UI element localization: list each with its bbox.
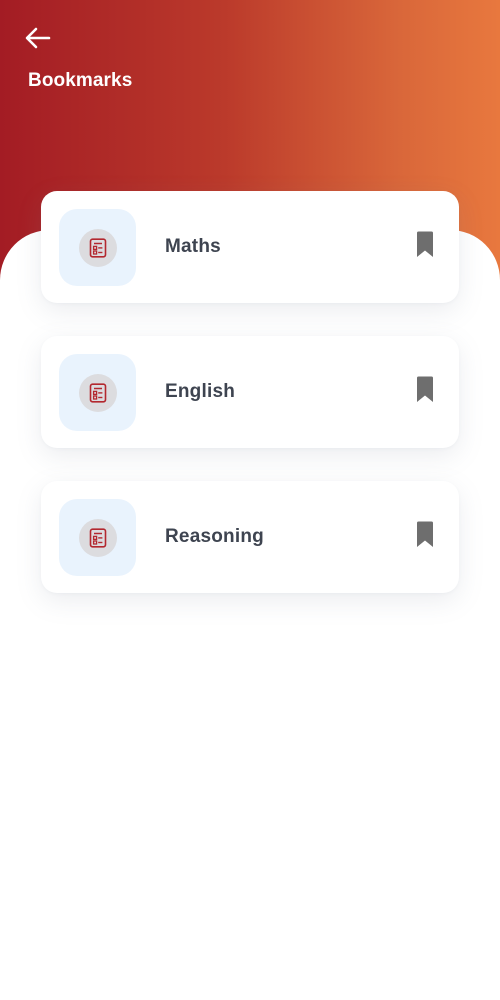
bookmark-list: Maths English Reasoning [41, 191, 459, 626]
document-icon [89, 382, 106, 403]
bookmark-icon [417, 231, 433, 257]
bookmark-toggle-button[interactable] [413, 376, 437, 406]
bookmark-card-english[interactable]: English [41, 336, 459, 448]
subject-icon-circle [78, 518, 117, 557]
bookmark-label: English [165, 381, 236, 402]
subject-icon-circle [78, 228, 117, 267]
subject-icon-box [59, 499, 136, 576]
bookmark-toggle-button[interactable] [413, 231, 437, 261]
bookmark-card-reasoning[interactable]: Reasoning [41, 481, 459, 593]
document-icon [89, 237, 106, 258]
back-button[interactable] [20, 22, 56, 54]
bookmark-card-maths[interactable]: Maths [41, 191, 459, 303]
bookmark-label: Maths [165, 236, 221, 257]
subject-icon-box [59, 209, 136, 286]
bookmark-toggle-button[interactable] [413, 521, 437, 551]
page-title: Bookmarks [28, 70, 133, 91]
bookmarks-screen: Bookmarks Maths English Reasoning [0, 0, 500, 1000]
subject-icon-circle [78, 373, 117, 412]
bookmark-icon [417, 376, 433, 402]
bookmark-icon [417, 521, 433, 547]
subject-icon-box [59, 354, 136, 431]
document-icon [89, 527, 106, 548]
arrow-left-icon [25, 27, 51, 49]
bookmark-label: Reasoning [165, 526, 264, 547]
